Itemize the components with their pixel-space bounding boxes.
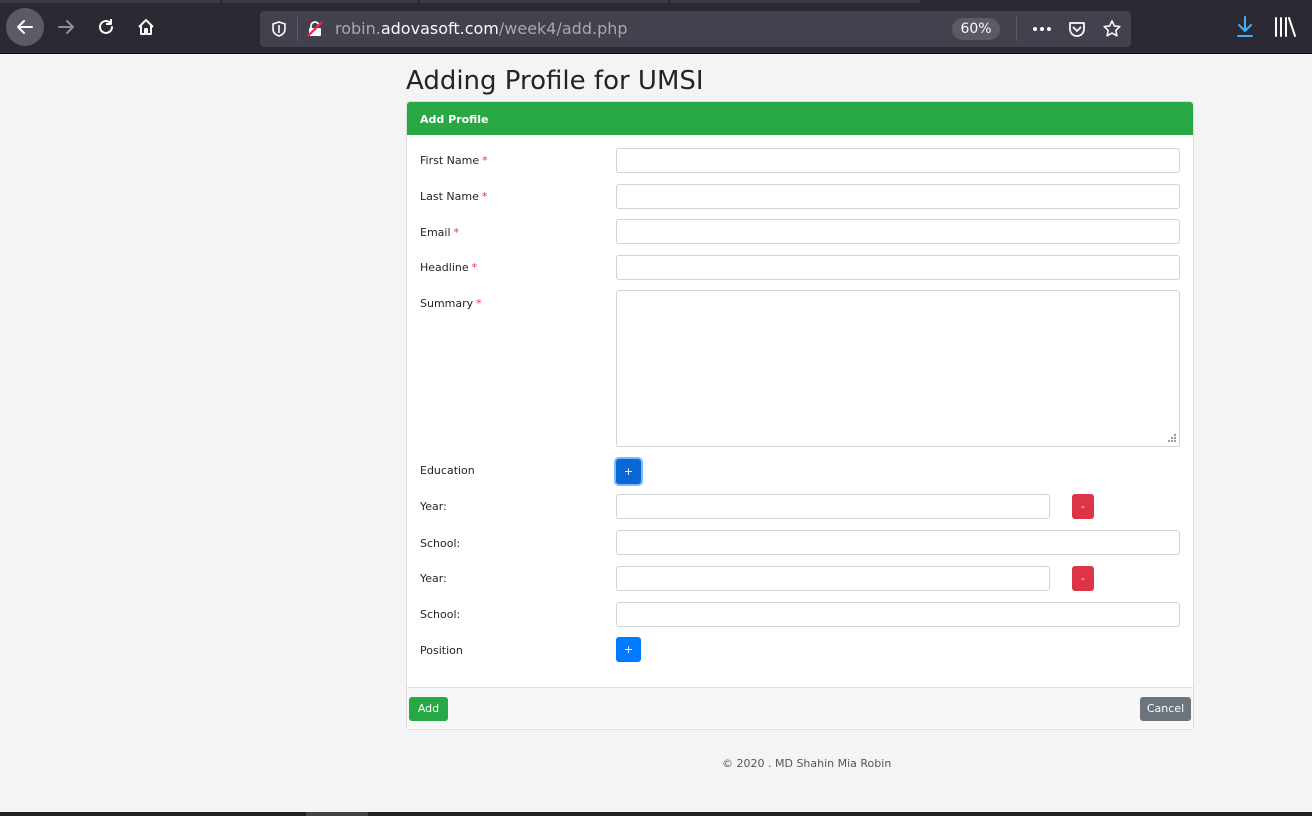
reload-button[interactable] [88, 9, 124, 45]
star-icon[interactable] [1102, 19, 1122, 39]
url-host: adovasoft.com [380, 19, 499, 38]
library-icon[interactable] [1273, 15, 1297, 39]
card-footer: Add Cancel [407, 687, 1193, 729]
school-label: School: [420, 608, 461, 621]
tab-strip-edge [670, 0, 920, 3]
last-name-label: Last Name * [420, 190, 487, 203]
copyright-text: © 2020 . MD Shahin Mia Robin [722, 757, 892, 770]
taskbar-edge [0, 812, 1312, 816]
back-icon [17, 20, 33, 34]
first-name-label-text: First Name [420, 154, 480, 167]
email-label: Email * [420, 226, 459, 239]
summary-textarea[interactable] [616, 290, 1180, 447]
required-mark: * [481, 190, 488, 203]
education-year-input[interactable] [616, 494, 1050, 519]
browser-toolbar: robin.adovasoft.com/week4/add.php 60% [0, 0, 1312, 54]
add-position-button[interactable]: + [616, 637, 641, 662]
headline-input[interactable] [616, 255, 1180, 280]
back-button[interactable] [6, 8, 44, 46]
remove-education-button[interactable]: - [1072, 494, 1094, 519]
headline-label-text: Headline [420, 261, 469, 274]
home-button[interactable] [128, 9, 164, 45]
education-label: Education [420, 464, 475, 477]
education-school-input[interactable] [616, 530, 1180, 555]
summary-label-text: Summary [420, 297, 474, 310]
last-name-input[interactable] [616, 184, 1180, 209]
forward-icon [58, 20, 74, 34]
insecure-lock-icon[interactable] [306, 20, 324, 38]
resize-grip-icon[interactable] [1167, 433, 1177, 443]
year-label: Year: [420, 500, 447, 513]
url-path: /week4/add.php [498, 19, 628, 38]
email-label-text: Email [420, 226, 451, 239]
position-label: Position [420, 644, 463, 657]
reload-icon [99, 19, 113, 34]
url-separator [1016, 17, 1017, 41]
url-separator [297, 17, 298, 41]
more-icon[interactable] [1031, 19, 1053, 39]
first-name-label: First Name * [420, 154, 488, 167]
add-profile-card: Add Profile First Name * Last Name * Email… [406, 101, 1194, 730]
remove-education-button[interactable]: - [1072, 566, 1094, 591]
add-education-button[interactable]: + [616, 459, 641, 484]
summary-label: Summary * [420, 297, 482, 310]
required-mark: * [471, 261, 478, 274]
cancel-button[interactable]: Cancel [1140, 697, 1191, 721]
year-label: Year: [420, 572, 447, 585]
tab-strip-edge [222, 0, 418, 3]
required-mark: * [476, 297, 482, 310]
page-title: Adding Profile for UMSI [406, 66, 704, 96]
forward-button[interactable] [48, 9, 84, 45]
url-prefix: robin. [335, 19, 381, 38]
required-mark: * [453, 226, 460, 239]
last-name-label-text: Last Name [420, 190, 479, 203]
education-year-input[interactable] [616, 566, 1050, 591]
school-label: School: [420, 537, 461, 550]
taskbar-segment [306, 812, 368, 816]
education-school-input[interactable] [616, 602, 1180, 627]
tab-strip-edge [0, 0, 220, 3]
url-bar[interactable]: robin.adovasoft.com/week4/add.php 60% [260, 11, 1131, 47]
add-button[interactable]: Add [409, 697, 448, 721]
first-name-input[interactable] [616, 148, 1180, 173]
email-input[interactable] [616, 219, 1180, 244]
download-icon[interactable] [1235, 15, 1255, 39]
shield-icon[interactable] [270, 20, 288, 38]
pocket-icon[interactable] [1067, 19, 1087, 39]
headline-label: Headline * [420, 261, 477, 274]
required-mark: * [482, 154, 488, 167]
tab-strip-edge [420, 0, 668, 3]
zoom-level-button[interactable]: 60% [952, 18, 1000, 40]
home-icon [138, 19, 154, 35]
url-text[interactable]: robin.adovasoft.com/week4/add.php [335, 19, 628, 38]
card-header: Add Profile [407, 102, 1193, 135]
